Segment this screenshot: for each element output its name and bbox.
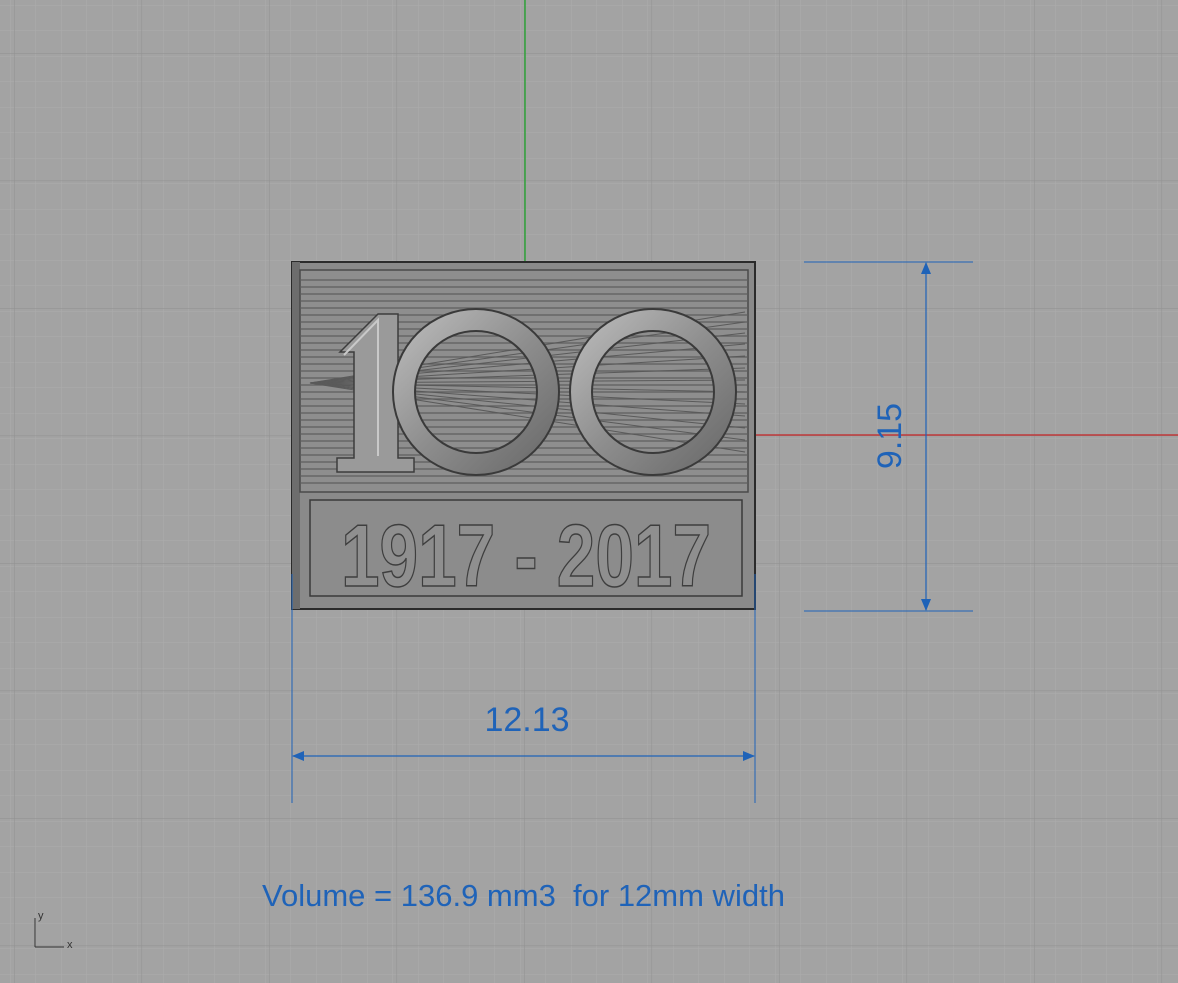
volume-annotation: Volume = 136.9 mm3 for 12mm width bbox=[262, 878, 785, 913]
height-dimension-value: 9.15 bbox=[871, 403, 909, 469]
width-dimension-value: 12.13 bbox=[484, 701, 569, 739]
medallion-model[interactable]: 1917 - 2017 bbox=[291, 261, 756, 610]
viewport-canvas[interactable]: 1917 - 2017 12.13 9.15 bbox=[0, 0, 1178, 983]
axis-x-label: x bbox=[67, 939, 73, 951]
model-left-edge bbox=[292, 262, 300, 609]
years-text: 1917 - 2017 bbox=[341, 506, 711, 605]
axis-y-label: y bbox=[38, 910, 44, 922]
